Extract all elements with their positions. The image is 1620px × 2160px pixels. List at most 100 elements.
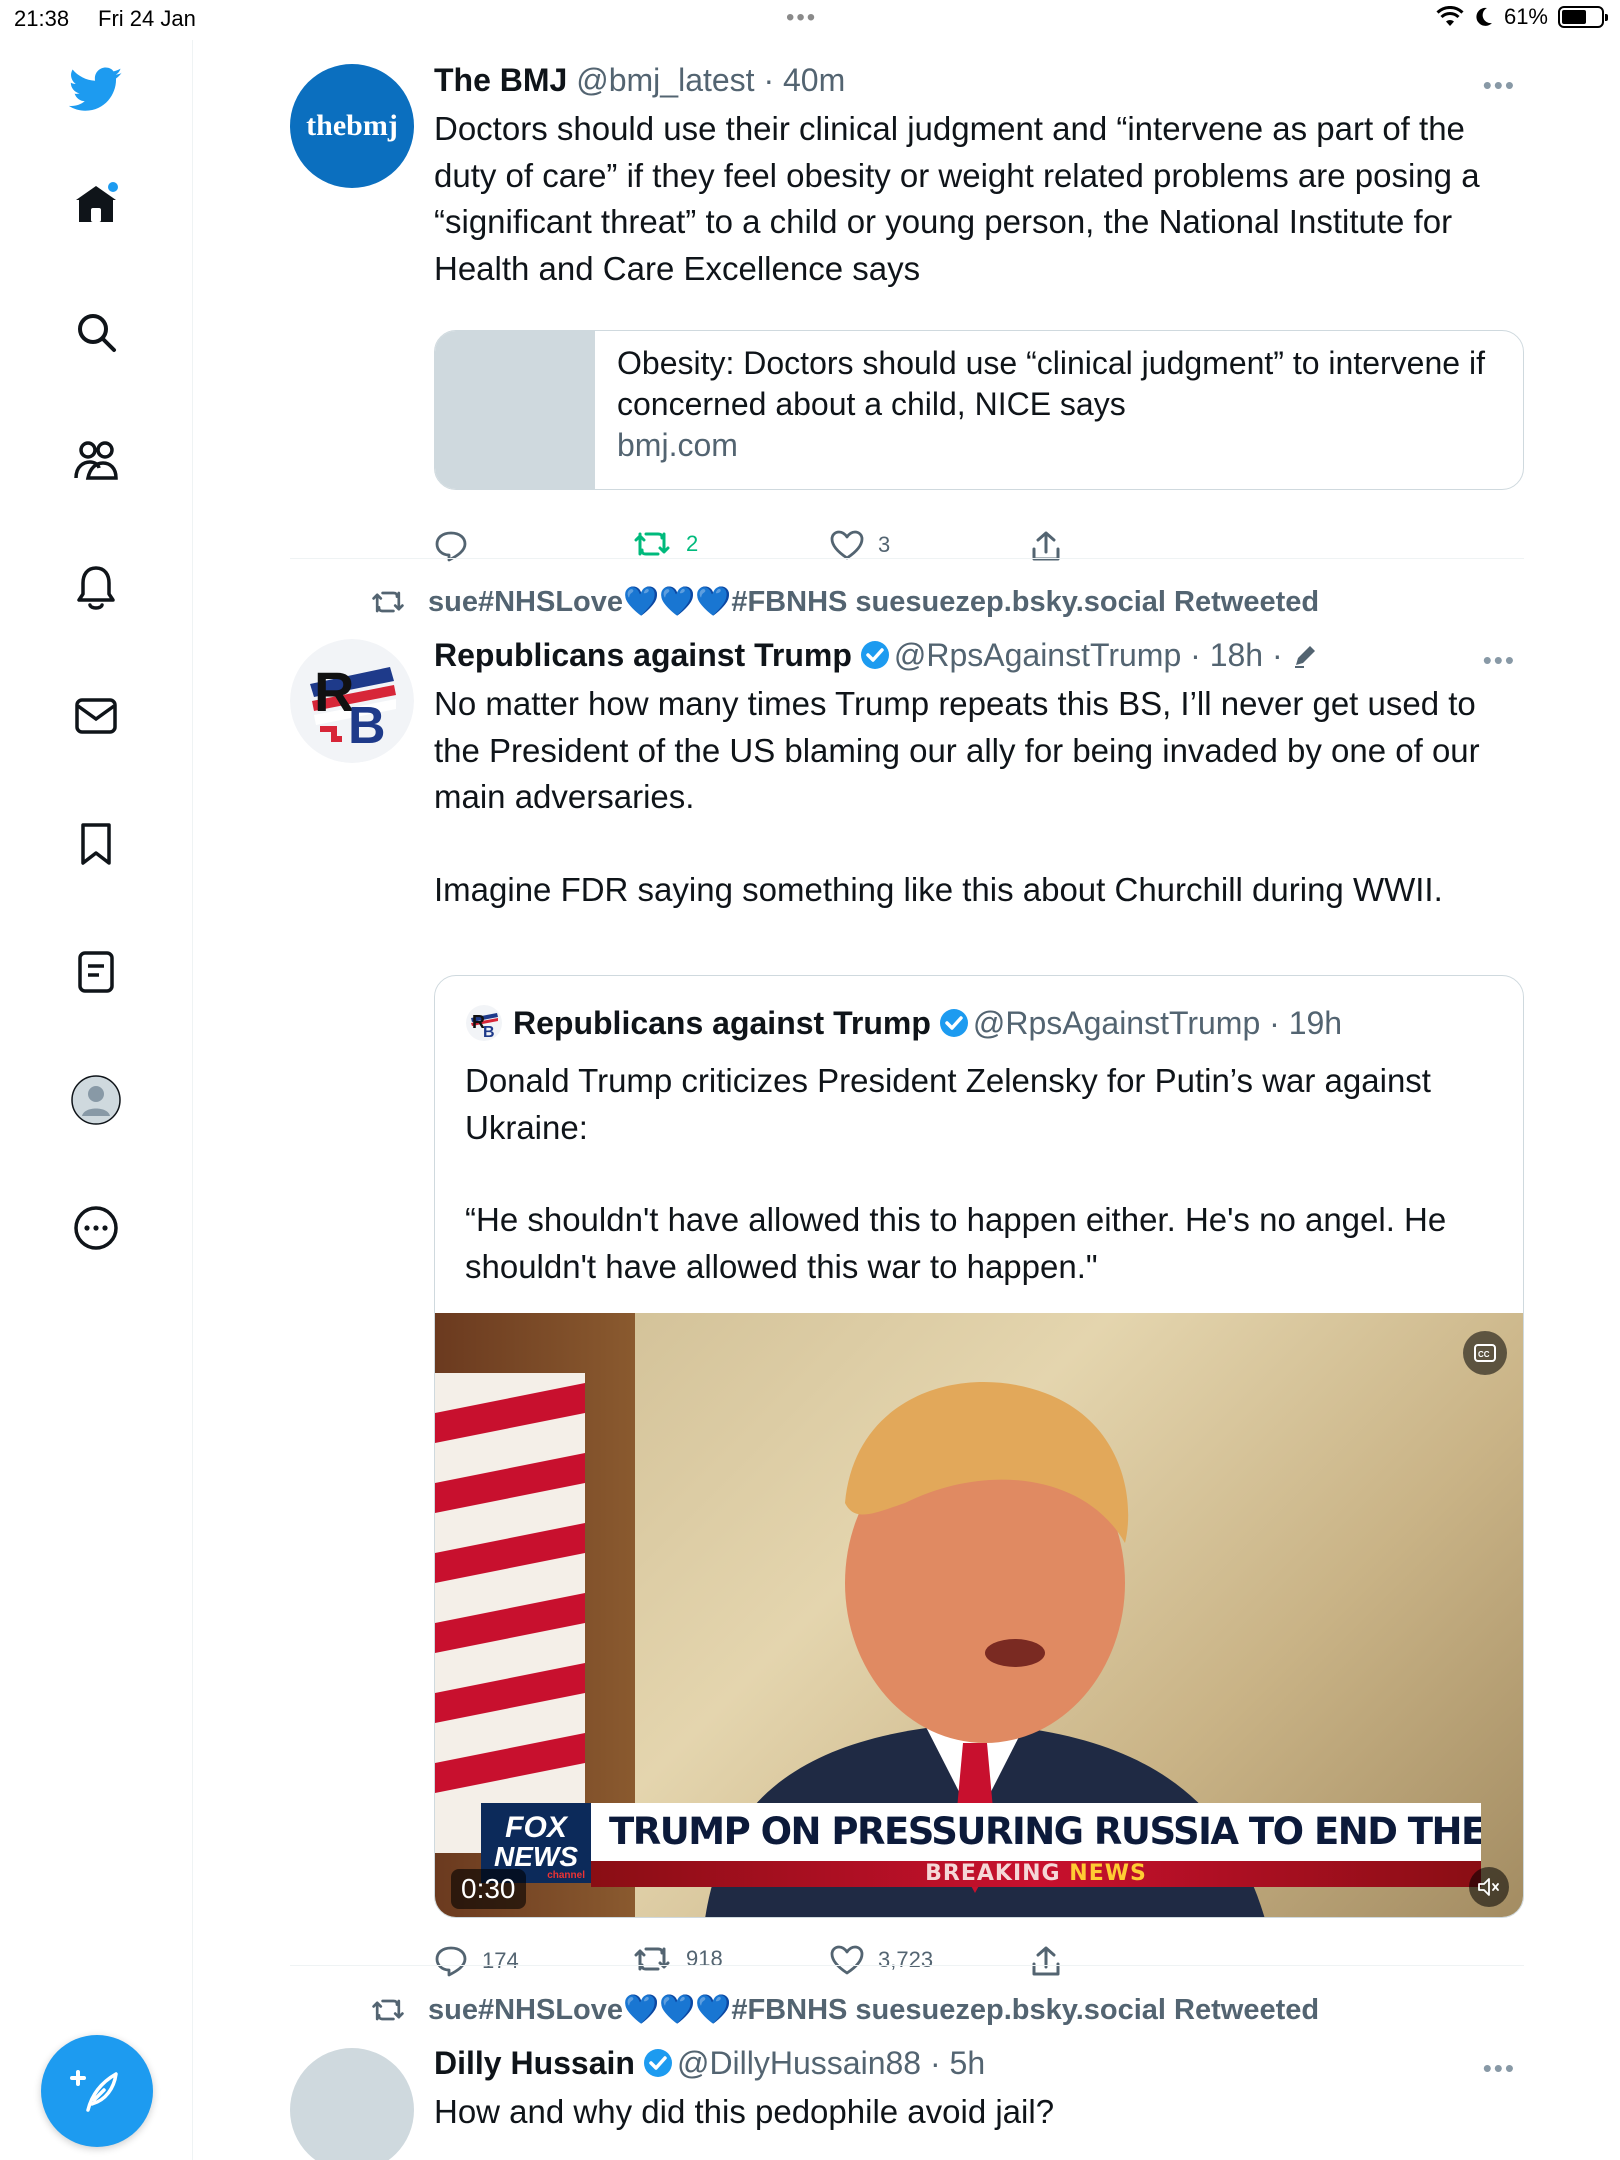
tweet-header: Republicans against Trump @RpsAgainstTrum… xyxy=(434,635,1524,675)
tweet-text: How and why did this pedophile avoid jai… xyxy=(434,2093,1055,2130)
more-options-icon[interactable]: ••• xyxy=(1483,2053,1516,2084)
retweeted-by: sue#NHSLove💙💙💙#FBNHS suesuezep.bsky.soci… xyxy=(370,1993,1319,2027)
twitter-bird-icon[interactable] xyxy=(66,60,126,120)
quoted-text-paragraph: Donald Trump criticizes President Zelens… xyxy=(465,1062,1431,1146)
mute-button[interactable] xyxy=(1469,1867,1509,1907)
bmj-avatar[interactable]: thebmj xyxy=(290,64,414,188)
retweet-icon xyxy=(634,1947,670,1971)
edited-pencil-icon[interactable] xyxy=(1292,643,1318,669)
quoted-author-handle: @RpsAgainstTrump xyxy=(972,1004,1261,1041)
tweet-time[interactable]: 5h xyxy=(950,2045,986,2081)
tweet-header: Dilly Hussain @DillyHussain88 · 5h xyxy=(434,2045,986,2081)
video-player[interactable]: CC FOX NEWS channel TRUMP ON PRESSURING … xyxy=(435,1313,1523,1917)
link-card-title: Obesity: Doctors should use “clinical ju… xyxy=(617,345,1485,422)
rpsagainsttrump-avatar[interactable]: R B xyxy=(290,639,414,763)
share-icon xyxy=(1032,1946,1060,1976)
verified-badge-icon xyxy=(643,2049,672,2077)
retweeted-by: sue#NHSLove💙💙💙#FBNHS suesuezep.bsky.soci… xyxy=(370,585,1319,619)
reply-count: 174 xyxy=(482,1948,519,1973)
captions-button[interactable]: CC xyxy=(1463,1331,1507,1375)
link-card-thumbnail xyxy=(435,331,595,489)
multitasking-dots-icon[interactable]: ••• xyxy=(786,4,817,32)
news-lower-third: FOX NEWS channel TRUMP ON PRESSURING RUS… xyxy=(481,1803,1481,1887)
communities-icon[interactable] xyxy=(66,430,126,490)
author-name[interactable]: Dilly Hussain xyxy=(434,2045,635,2081)
tweet-time[interactable]: 18h xyxy=(1210,637,1263,673)
retweet-icon xyxy=(634,532,670,556)
wifi-icon xyxy=(1436,6,1464,26)
battery-percent: 61% xyxy=(1503,4,1548,29)
tweet-text-paragraph: No matter how many times Trump repeats t… xyxy=(434,685,1480,815)
tweet-text: Doctors should use their clinical judgme… xyxy=(434,110,1480,287)
tweet-header: The BMJ @bmj_latest · 40m xyxy=(434,62,846,98)
svg-text:B: B xyxy=(348,697,386,755)
profile-avatar-icon[interactable] xyxy=(66,1070,126,1130)
tweet-text: No matter how many times Trump repeats t… xyxy=(434,681,1514,913)
lists-icon[interactable] xyxy=(66,942,126,1002)
moon-icon xyxy=(1476,7,1492,26)
notifications-bell-icon[interactable] xyxy=(66,558,126,618)
more-options-icon[interactable]: ••• xyxy=(1483,645,1516,676)
battery-icon xyxy=(1558,6,1608,28)
quoted-tweet-time: 19h xyxy=(1288,1004,1343,1041)
news-label: NEWS xyxy=(1069,1861,1147,1886)
like-count: 3,723 xyxy=(878,1947,934,1972)
more-circle-icon[interactable] xyxy=(66,1198,126,1258)
quoted-tweet-text: Donald Trump criticizes President Zelens… xyxy=(465,1058,1495,1290)
muted-speaker-icon xyxy=(1478,1878,1499,1896)
tweet-time[interactable]: 40m xyxy=(783,62,845,98)
search-icon[interactable] xyxy=(66,302,126,362)
like-button[interactable]: 3 xyxy=(830,530,890,560)
quoted-text-paragraph: “He shouldn't have allowed this to happe… xyxy=(465,1201,1447,1285)
fox-logo-top: FOX xyxy=(505,1811,567,1844)
reply-icon xyxy=(435,1946,467,1977)
retweeted-by-text[interactable]: sue#NHSLove💙💙💙#FBNHS suesuezep.bsky.soci… xyxy=(428,585,1319,619)
quoted-tweet-header: RB Republicans against Trump @RpsAgainstT… xyxy=(465,1004,1342,1042)
fox-logo-bottom: NEWS xyxy=(494,1841,578,1872)
status-right: 61% xyxy=(1436,4,1608,30)
retweet-count: 918 xyxy=(686,1946,723,1971)
dillyhussain-avatar[interactable] xyxy=(290,2048,414,2160)
svg-text:CC: CC xyxy=(1478,1350,1490,1359)
quoted-author-avatar[interactable]: RB xyxy=(465,1004,503,1042)
status-date: Fri 24 Jan xyxy=(98,6,196,31)
like-button[interactable]: 3,723 xyxy=(830,1945,933,1975)
author-handle[interactable]: @DillyHussain88 xyxy=(677,2045,921,2081)
compose-tweet-button[interactable] xyxy=(41,2035,153,2147)
breaking-label: BREAKING xyxy=(925,1861,1061,1886)
retweeted-by-text[interactable]: sue#NHSLove💙💙💙#FBNHS suesuezep.bsky.soci… xyxy=(428,1993,1319,2027)
retweet-button[interactable]: 2 xyxy=(632,530,698,558)
compose-tweet-icon xyxy=(70,2070,118,2112)
quoted-tweet[interactable]: RB Republicans against Trump @RpsAgainstT… xyxy=(434,975,1524,1918)
video-headline: TRUMP ON PRESSURING RUSSIA TO END THE WA… xyxy=(591,1803,1481,1861)
closed-captions-icon: CC xyxy=(1474,1344,1496,1362)
author-name[interactable]: Republicans against Trump xyxy=(434,637,852,673)
retweet-button[interactable]: 918 xyxy=(632,1945,723,1973)
rb-logo: R B xyxy=(290,639,414,763)
tweet-text-paragraph: Imagine FDR saying something like this a… xyxy=(434,870,1443,908)
author-handle[interactable]: @RpsAgainstTrump xyxy=(894,637,1181,673)
status-time: 21:38 xyxy=(14,6,70,31)
link-card-domain: bmj.com xyxy=(617,427,738,463)
tweet-divider xyxy=(290,1965,1524,1966)
tweet-actions: 2 3 xyxy=(434,530,1524,570)
heart-icon xyxy=(830,530,864,560)
share-button[interactable] xyxy=(1030,1945,1062,1977)
sidebar xyxy=(0,40,193,2160)
author-name[interactable]: The BMJ xyxy=(434,62,567,98)
author-handle[interactable]: @bmj_latest xyxy=(576,62,754,98)
verified-badge-icon xyxy=(939,1009,968,1037)
bmj-avatar-logo: thebmj xyxy=(306,109,398,142)
status-bar: 21:38 Fri 24 Jan ••• 61% xyxy=(0,0,1620,40)
link-card[interactable]: Obesity: Doctors should use “clinical ju… xyxy=(434,330,1524,490)
messages-envelope-icon[interactable] xyxy=(66,686,126,746)
reply-button[interactable]: 174 xyxy=(434,1945,519,1977)
verified-badge-icon xyxy=(860,641,889,669)
bookmark-icon[interactable] xyxy=(66,814,126,874)
video-duration: 0:30 xyxy=(451,1869,526,1909)
home-icon[interactable] xyxy=(66,174,126,234)
retweet-indicator-icon xyxy=(372,1999,404,2021)
quoted-author-name: Republicans against Trump xyxy=(513,1004,931,1041)
svg-text:B: B xyxy=(483,1024,495,1041)
more-options-icon[interactable]: ••• xyxy=(1483,70,1516,101)
